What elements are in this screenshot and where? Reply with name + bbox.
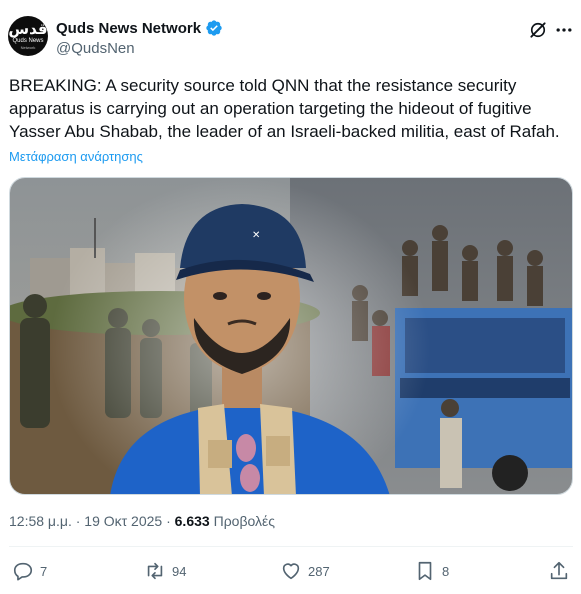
like-count: 287 <box>308 563 330 579</box>
account-name[interactable]: Quds News Network <box>56 20 201 37</box>
like-button[interactable]: 287 <box>280 560 330 582</box>
avatar-logo-text: قدس <box>8 20 48 38</box>
account-name-row: Quds News Network <box>56 19 223 37</box>
post-timestamp[interactable]: 12:58 μ.μ. · 19 Οκτ 2025 · <box>9 513 175 529</box>
repost-count: 94 <box>172 563 187 579</box>
post-text: BREAKING: A security source told QNN tha… <box>9 76 560 141</box>
reply-button[interactable]: 7 <box>12 560 47 582</box>
post-meta: 12:58 μ.μ. · 19 Οκτ 2025 · 6.633 Προβολέ… <box>9 513 275 529</box>
share-icon <box>550 561 568 580</box>
svg-text:✕: ✕ <box>252 230 260 241</box>
translate-post-link[interactable]: Μετάφραση ανάρτησης <box>9 149 143 164</box>
heart-icon <box>282 563 300 580</box>
more-icon[interactable] <box>554 20 574 40</box>
verified-badge-icon <box>206 20 222 36</box>
grok-icon[interactable] <box>528 20 548 40</box>
repost-icon <box>147 562 163 580</box>
avatar[interactable]: قدس Quds News Network <box>8 16 48 56</box>
avatar-logo-subtext: Quds News <box>12 38 44 44</box>
avatar-logo-subtext-2: Network <box>20 45 36 50</box>
reply-count: 7 <box>40 563 48 579</box>
bookmark-button[interactable]: 8 <box>414 560 449 582</box>
bookmark-icon <box>418 561 432 581</box>
post-image[interactable]: ✕ <box>9 177 573 495</box>
repost-button[interactable]: 94 <box>144 560 186 582</box>
reply-icon <box>13 562 33 581</box>
bookmark-count: 8 <box>442 563 450 579</box>
account-handle[interactable]: @QudsNen <box>56 40 135 57</box>
views-label: Προβολές <box>209 513 275 529</box>
post-photo: ✕ <box>10 178 572 494</box>
views-count: 6.633 <box>174 513 210 529</box>
action-bar: 7 94 287 8 <box>0 558 581 588</box>
divider <box>9 546 573 547</box>
share-button[interactable] <box>548 560 570 582</box>
